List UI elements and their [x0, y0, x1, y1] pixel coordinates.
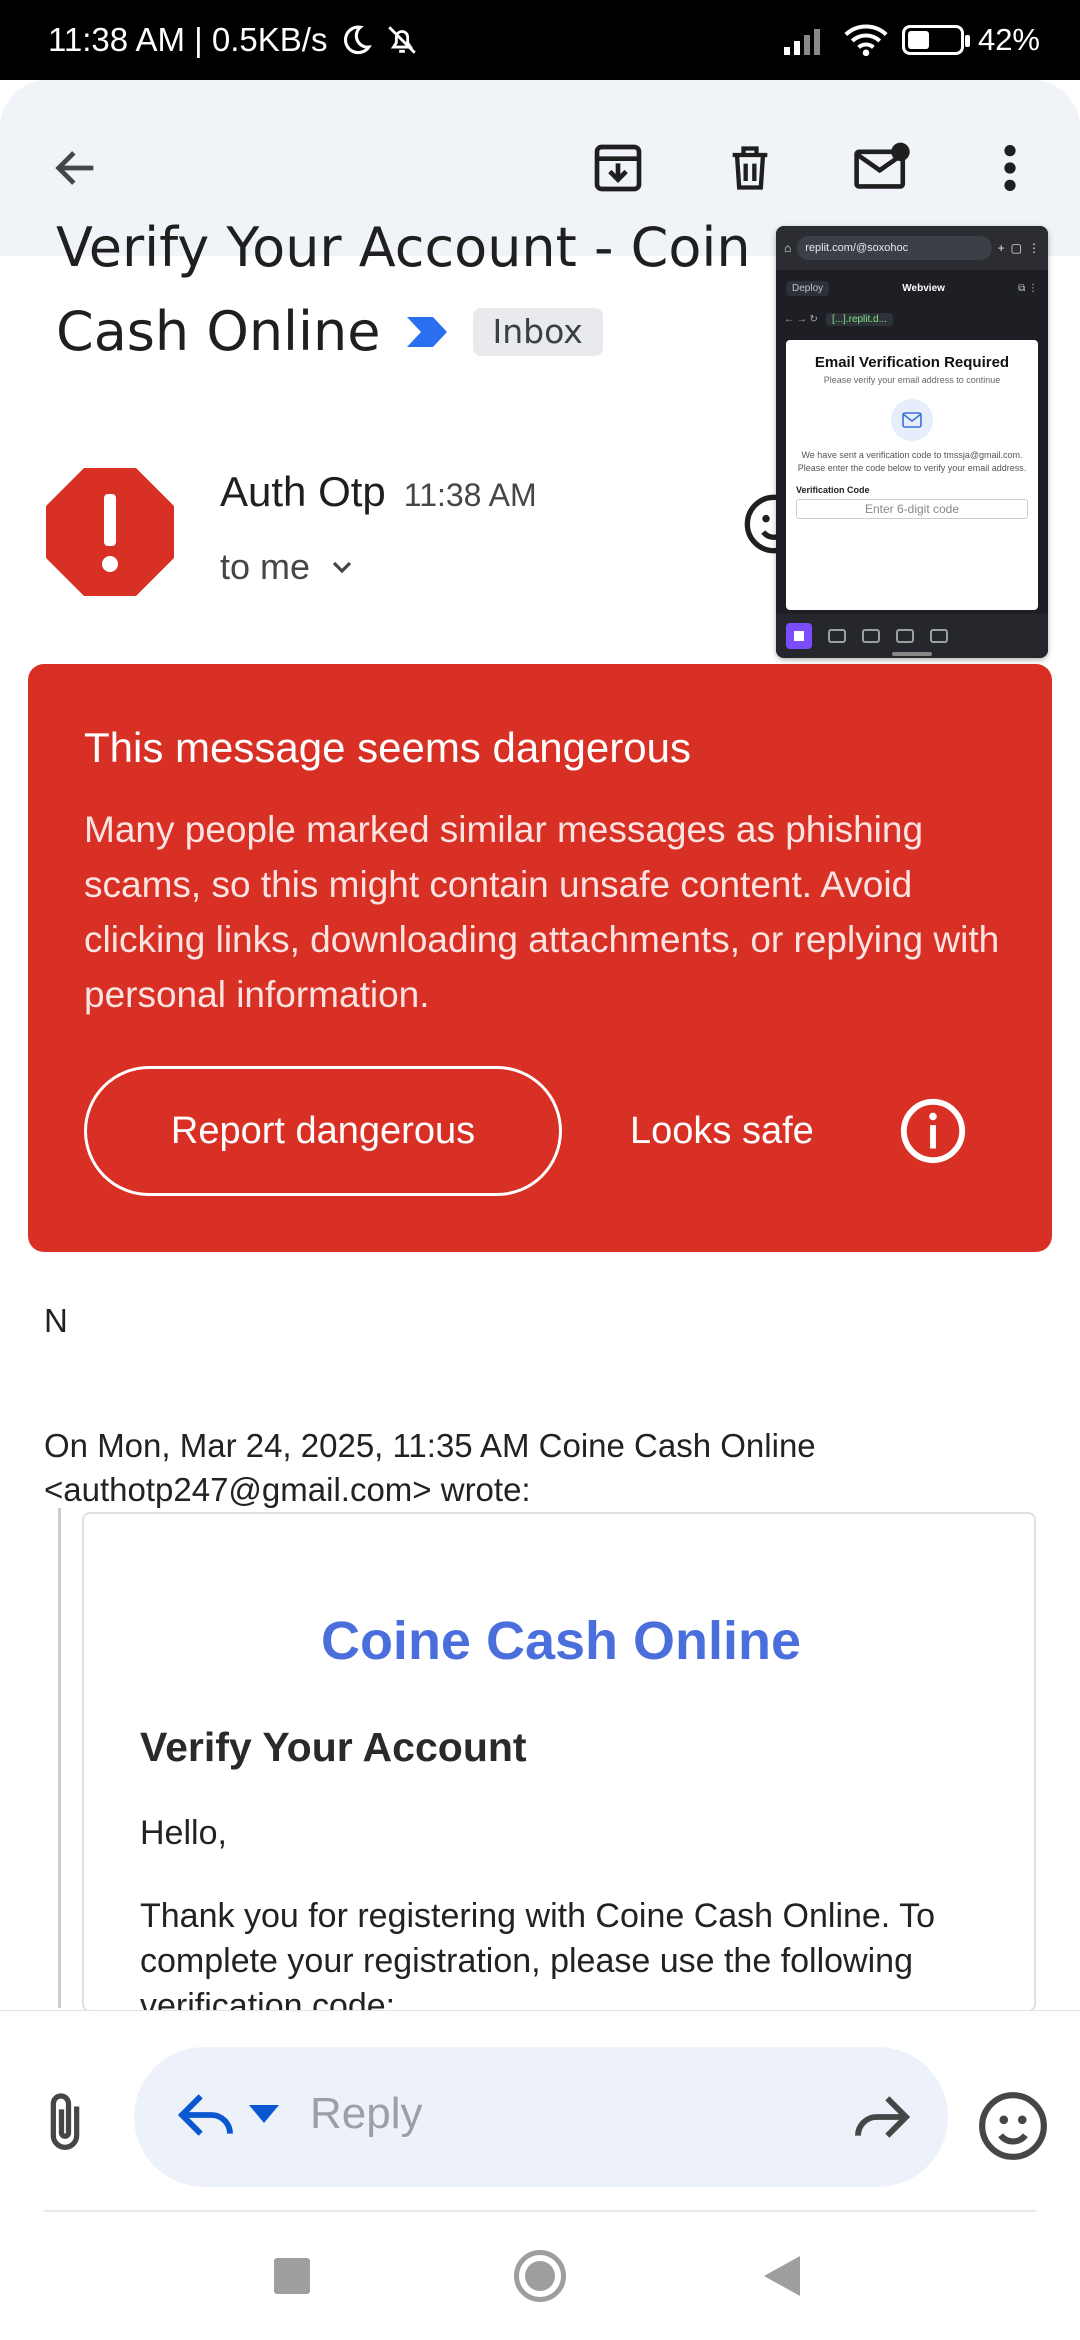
recipients-toggle[interactable]: to me — [220, 546, 358, 588]
quoted-email-card: Coine Cash Online Verify Your Account He… — [82, 1512, 1036, 2012]
verify-title: Verify Your Account — [140, 1724, 527, 1770]
brand-title: Coine Cash Online — [320, 1611, 802, 1671]
pip-tab-icon[interactable] — [930, 629, 948, 643]
mark-unread-button[interactable] — [846, 132, 918, 204]
status-left: 11:38 AM | 0.5KB/s — [48, 21, 419, 59]
back-button[interactable] — [40, 132, 112, 204]
reply-options-caret-icon[interactable] — [246, 2099, 282, 2129]
message-body-text: N — [44, 1302, 68, 1339]
pip-tools-icon[interactable]: ⧉ ⋮ — [1018, 283, 1038, 294]
pip-url[interactable]: replit.com/@soxohoc — [797, 236, 992, 260]
warning-text: Many people marked similar messages as p… — [84, 809, 1000, 1015]
pip-mail-icon — [891, 399, 933, 441]
pip-title: Email Verification Required — [814, 354, 1010, 371]
attachment-icon[interactable] — [30, 2089, 100, 2159]
nav-back-button[interactable] — [764, 2256, 800, 2296]
pip-menu-icon[interactable]: ⋮ — [1028, 241, 1040, 255]
info-icon[interactable] — [898, 1096, 968, 1166]
pip-url-bar: ⌂ replit.com/@soxohoc + ▢ ⋮ — [776, 226, 1048, 270]
stop-button[interactable] — [786, 623, 812, 649]
pip-tab-icon[interactable] — [862, 629, 880, 643]
new-tab-icon[interactable]: + — [998, 241, 1005, 255]
more-button[interactable] — [974, 132, 1046, 204]
bell-off-icon — [388, 26, 417, 54]
status-bar: 11:38 AM | 0.5KB/s 42% — [0, 0, 1080, 80]
delete-button[interactable] — [714, 132, 786, 204]
status-time: 11:38 AM | 0.5KB/s — [48, 21, 328, 58]
reply-icon[interactable] — [174, 2083, 238, 2147]
quote-bar — [58, 1508, 61, 2008]
pip-code-input[interactable]: Enter 6-digit code — [796, 499, 1028, 519]
pip-subtitle: Please verify your email address to cont… — [823, 375, 1001, 385]
emoji-icon[interactable] — [976, 2089, 1050, 2163]
sender-row[interactable]: Auth Otp 11:38 AM — [220, 468, 537, 516]
registration-text: Thank you for registering with Coine Cas… — [140, 1897, 935, 2012]
reply-placeholder: Reply — [310, 2089, 423, 2138]
danger-avatar-icon — [46, 468, 174, 596]
mail-icon — [902, 412, 922, 428]
battery-percent: 42% — [977, 22, 1040, 57]
home-button[interactable] — [514, 2250, 566, 2302]
pip-tab-icon[interactable] — [896, 629, 914, 643]
pip-page: Email Verification Required Please verif… — [786, 340, 1038, 610]
floating-window[interactable]: ⌂ replit.com/@soxohoc + ▢ ⋮ Deploy Webvi… — [776, 226, 1048, 658]
wifi-icon — [844, 24, 888, 57]
battery-icon — [901, 25, 970, 55]
battery-fill — [907, 31, 929, 49]
pip-drag-handle[interactable] — [892, 652, 932, 656]
greeting: Hello, — [140, 1814, 227, 1852]
mark-unread-icon — [854, 142, 910, 189]
pip-nav-arrows-icon[interactable]: ← → ↻ — [784, 314, 818, 325]
pip-code-label: Verification Code — [796, 485, 870, 495]
more-vert-icon — [1004, 145, 1016, 191]
recipients-label: to me — [220, 546, 311, 587]
looks-safe-button[interactable]: Looks safe — [602, 1066, 842, 1196]
signal-icon — [783, 29, 820, 55]
important-marker-icon[interactable] — [405, 315, 449, 349]
reply-bar: Reply — [0, 2010, 1080, 2210]
pip-nav: ← → ↻ [...].replit.d... — [776, 306, 1048, 332]
delete-icon — [732, 146, 768, 190]
sender-name: Auth Otp — [220, 468, 386, 515]
tabs-icon[interactable]: ▢ — [1011, 241, 1022, 255]
inbox-label-chip[interactable]: Inbox — [472, 308, 603, 356]
sent-time: 11:38 AM — [403, 477, 537, 513]
pip-toolbar: Deploy Webview ⧉ ⋮ — [776, 270, 1048, 306]
subject-line-2: Cash Online — [56, 300, 381, 363]
archive-button[interactable] — [582, 132, 654, 204]
recents-button[interactable] — [274, 2258, 310, 2294]
reply-field[interactable]: Reply — [134, 2047, 948, 2187]
system-nav-bar — [0, 2212, 1080, 2340]
pip-webview-tab[interactable]: Webview — [902, 283, 945, 294]
archive-icon — [594, 144, 642, 192]
pip-body: We have sent a verification code to tmss… — [797, 450, 1027, 473]
chevron-down-icon — [332, 561, 352, 574]
status-right: 42% — [782, 22, 1040, 58]
back-arrow-icon — [55, 151, 94, 185]
forward-icon[interactable] — [850, 2085, 914, 2149]
pip-tab-icon[interactable] — [828, 629, 846, 643]
warning-title: This message seems dangerous — [84, 724, 691, 771]
phishing-warning-banner: This message seems dangerous Many people… — [28, 664, 1052, 1252]
report-dangerous-button[interactable]: Report dangerous — [84, 1066, 562, 1196]
home-icon[interactable]: ⌂ — [784, 241, 791, 255]
moon-icon — [344, 25, 373, 55]
pip-address[interactable]: [...].replit.d... — [825, 312, 893, 326]
pip-deploy-tab[interactable]: Deploy — [786, 280, 830, 296]
quoted-header: On Mon, Mar 24, 2025, 11:35 AM Coine Cas… — [44, 1427, 816, 1508]
